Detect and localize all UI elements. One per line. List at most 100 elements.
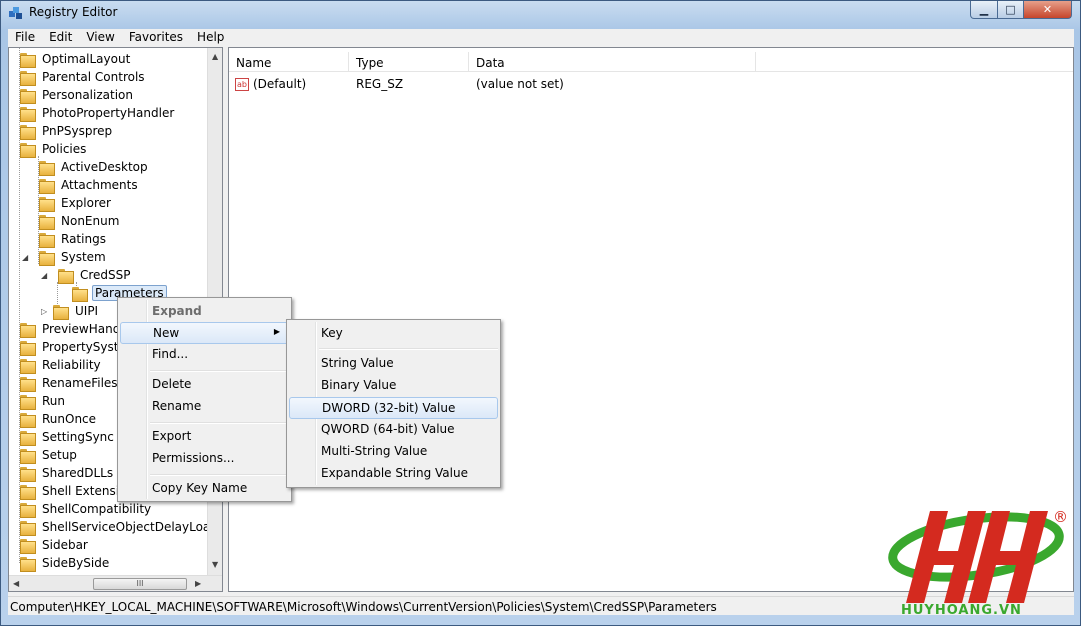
tree-item-label: OptimalLayout [42,52,131,66]
menu-item-delete[interactable]: Delete [120,374,289,396]
menu-item-find[interactable]: Find... [120,344,289,366]
folder-icon [20,106,36,122]
submenu-item-string-value[interactable]: String Value [289,353,498,375]
tree-item-photopropertyhandler[interactable]: PhotoPropertyHandler [20,104,176,122]
menu-item-permissions[interactable]: Permissions... [120,448,289,470]
tree-item-credssp[interactable]: CredSSP [58,266,133,284]
folder-icon [20,520,36,536]
tree-item-reliability[interactable]: Reliability [20,356,103,374]
tree-item-nonenum[interactable]: NonEnum [39,212,121,230]
tree-item-run[interactable]: Run [20,392,67,410]
scroll-left-icon[interactable]: ◀ [13,579,19,588]
folder-icon [39,178,55,194]
tree-item-label: ShellCompatibility [42,502,152,516]
tree-item-label: SharedDLLs [42,466,114,480]
tree-item-shareddlls[interactable]: SharedDLLs [20,464,115,482]
value-data: (value not set) [476,77,564,91]
folder-icon [20,502,36,518]
tree-item-optimallayout[interactable]: OptimalLayout [20,50,132,68]
menu-item-export[interactable]: Export [120,426,289,448]
tree-item-explorer[interactable]: Explorer [39,194,113,212]
scroll-thumb[interactable]: III [93,578,187,590]
tree-item-label: Policies [42,142,87,156]
tree-item-label: SideBySide [42,556,110,570]
tree-item-settingsync[interactable]: SettingSync [20,428,116,446]
maximize-button[interactable]: □ [997,1,1024,19]
submenu-item-multi-string-value[interactable]: Multi-String Value [289,441,498,463]
menu-item-rename[interactable]: Rename [120,396,289,418]
tree-item-setup[interactable]: Setup [20,446,79,464]
tree-item-label: Personalization [42,88,133,102]
menu-edit[interactable]: Edit [42,29,79,47]
scroll-down-icon[interactable]: ▼ [212,560,218,569]
collapse-arrow-icon[interactable]: ◢ [22,253,28,262]
tree-item-attachments[interactable]: Attachments [39,176,140,194]
tree-item-sidebar[interactable]: Sidebar [20,536,90,554]
tree-item-label: Setup [42,448,77,462]
folder-icon [20,322,36,338]
registry-editor-icon [9,7,22,19]
title-bar[interactable]: Registry Editor ▁ □ ✕ [1,1,1080,25]
menu-item-new-label: New [153,326,180,340]
tree-item-label: PnPSysprep [42,124,113,138]
string-value-icon: ab [235,77,249,91]
menu-item-expand[interactable]: Expand [120,301,289,323]
tree-item-label: SettingSync [42,430,114,444]
tree-item-label: PhotoPropertyHandler [42,106,175,120]
minimize-button[interactable]: ▁ [970,1,998,19]
tree-item-uipi[interactable]: UIPI [53,302,100,320]
tree-item-system[interactable]: System [39,248,108,266]
scroll-right-icon[interactable]: ▶ [195,579,201,588]
folder-icon [20,430,36,446]
tree-horizontal-scrollbar[interactable]: ◀ III ▶ [9,575,222,591]
scroll-up-icon[interactable]: ▲ [212,52,218,61]
folder-icon [20,52,36,68]
tree-item-label: NonEnum [61,214,120,228]
menu-view[interactable]: View [79,29,121,47]
tree-item-activedesktop[interactable]: ActiveDesktop [39,158,150,176]
folder-icon [20,484,36,500]
column-header-type[interactable]: Type [349,52,469,72]
menu-separator [150,370,289,372]
context-menu: Expand New ▶ Find... Delete Rename Export… [117,297,292,502]
tree-item-ratings[interactable]: Ratings [39,230,108,248]
submenu-arrow-icon: ▶ [273,327,280,336]
tree-item-label: Parental Controls [42,70,145,84]
folder-icon [39,196,55,212]
submenu-item-qword-value[interactable]: QWORD (64-bit) Value [289,419,498,441]
collapse-arrow-icon[interactable]: ◢ [41,271,47,280]
submenu-item-binary-value[interactable]: Binary Value [289,375,498,397]
menu-help[interactable]: Help [190,29,231,47]
tree-item-shellcompatibility[interactable]: ShellCompatibility [20,500,153,518]
tree-item-sidebyside[interactable]: SideBySide [20,554,111,572]
submenu-item-key[interactable]: Key [289,323,498,345]
submenu-item-dword-value[interactable]: DWORD (32-bit) Value [289,397,498,419]
list-row[interactable]: ab (Default) REG_SZ (value not set) [229,75,564,93]
submenu-item-expandable-string-value[interactable]: Expandable String Value [289,463,498,485]
tree-item-parental-controls[interactable]: Parental Controls [20,68,147,86]
tree-item-label: UIPI [75,304,99,318]
menu-item-copy-key-name[interactable]: Copy Key Name [120,478,289,500]
tree-item-label: Reliability [42,358,101,372]
folder-icon [20,448,36,464]
tree-item-label: RunOnce [42,412,97,426]
column-header-data[interactable]: Data [469,52,756,72]
tree-item-policies[interactable]: Policies [20,140,88,158]
tree-item-renamefiles[interactable]: RenameFiles [20,374,120,392]
folder-icon [20,394,36,410]
tree-item-runonce[interactable]: RunOnce [20,410,98,428]
tree-item-shellserviceobjectdelayload[interactable]: ShellServiceObjectDelayLoad [20,518,220,536]
close-button[interactable]: ✕ [1023,1,1072,19]
menu-item-new[interactable]: New ▶ [120,322,289,344]
expand-arrow-icon[interactable]: ▷ [41,307,47,316]
column-header-name[interactable]: Name [229,52,349,72]
menu-separator [150,474,289,476]
folder-icon [20,124,36,140]
folder-icon [20,70,36,86]
menu-bar: File Edit View Favorites Help [8,29,1074,47]
tree-item-pnpsysprep[interactable]: PnPSysprep [20,122,114,140]
tree-item-personalization[interactable]: Personalization [20,86,135,104]
menu-file[interactable]: File [8,29,42,47]
menu-favorites[interactable]: Favorites [122,29,190,47]
tree-item-label: Run [42,394,66,408]
